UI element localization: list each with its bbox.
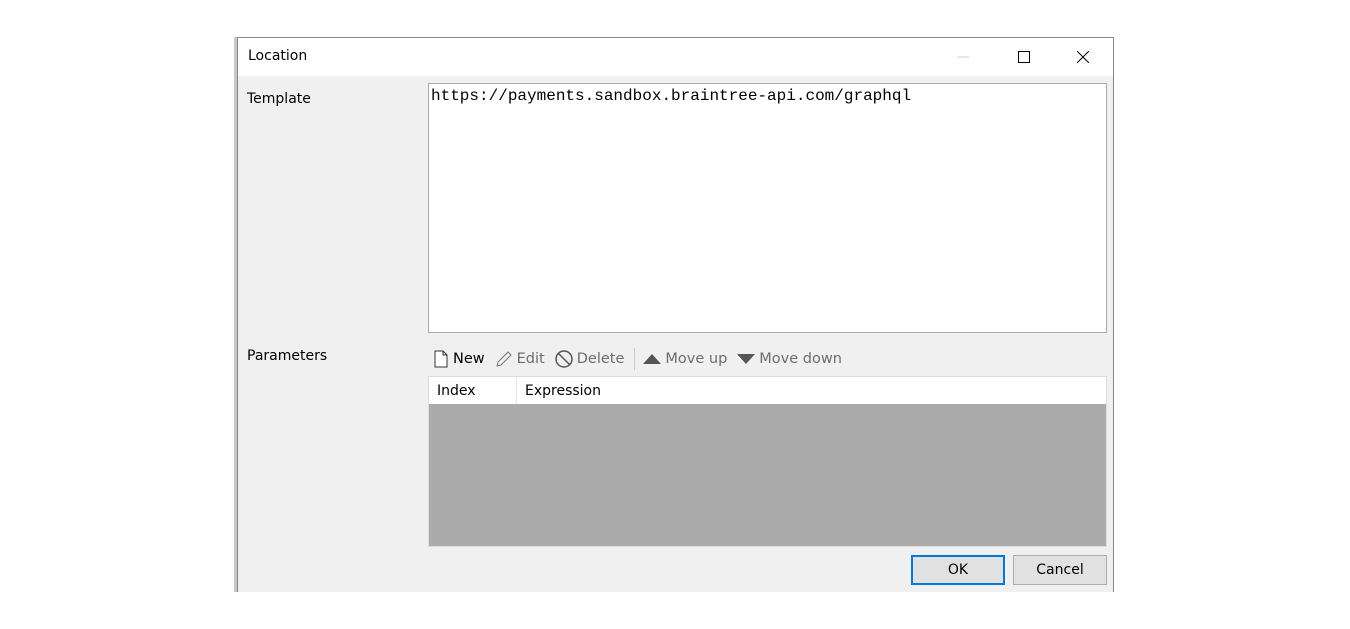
window-title: Location <box>248 48 308 64</box>
minimize-icon <box>957 56 969 58</box>
new-label: New <box>453 351 485 367</box>
column-header-index[interactable]: Index <box>429 377 517 404</box>
minimize-button[interactable] <box>940 38 986 76</box>
template-input[interactable]: https://payments.sandbox.braintree-api.c… <box>428 83 1107 333</box>
new-button[interactable]: New <box>433 350 485 368</box>
cancel-button[interactable]: Cancel <box>1013 555 1107 585</box>
move-down-button[interactable]: Move down <box>737 351 842 367</box>
maximize-icon <box>1018 51 1030 63</box>
delete-button[interactable]: Delete <box>554 350 625 368</box>
pencil-icon <box>495 351 512 367</box>
column-header-expression[interactable]: Expression <box>517 377 1106 404</box>
toolbar-separator <box>634 348 636 370</box>
close-icon <box>1077 51 1089 63</box>
maximize-button[interactable] <box>1001 38 1047 76</box>
close-button[interactable] <box>1060 38 1106 76</box>
move-up-button[interactable]: Move up <box>643 351 727 367</box>
parameters-label: Parameters <box>247 348 328 364</box>
table-header: Index Expression <box>429 377 1106 404</box>
title-bar: Location <box>238 38 1113 76</box>
edit-button[interactable]: Edit <box>495 350 545 368</box>
move-up-label: Move up <box>665 351 728 367</box>
triangle-up-icon <box>643 354 662 364</box>
ok-button[interactable]: OK <box>911 555 1005 585</box>
template-label: Template <box>247 91 311 107</box>
move-down-label: Move down <box>759 351 842 367</box>
delete-label: Delete <box>576 351 625 367</box>
parameters-table[interactable]: Index Expression <box>428 376 1107 547</box>
prohibited-icon <box>554 350 573 368</box>
new-file-icon <box>434 350 448 368</box>
parameters-toolbar: New Edit Delete Move up Move down <box>433 346 852 372</box>
triangle-down-icon <box>737 354 756 364</box>
edit-label: Edit <box>516 351 545 367</box>
location-dialog: Location Template https://payments.sandb… <box>237 37 1114 592</box>
